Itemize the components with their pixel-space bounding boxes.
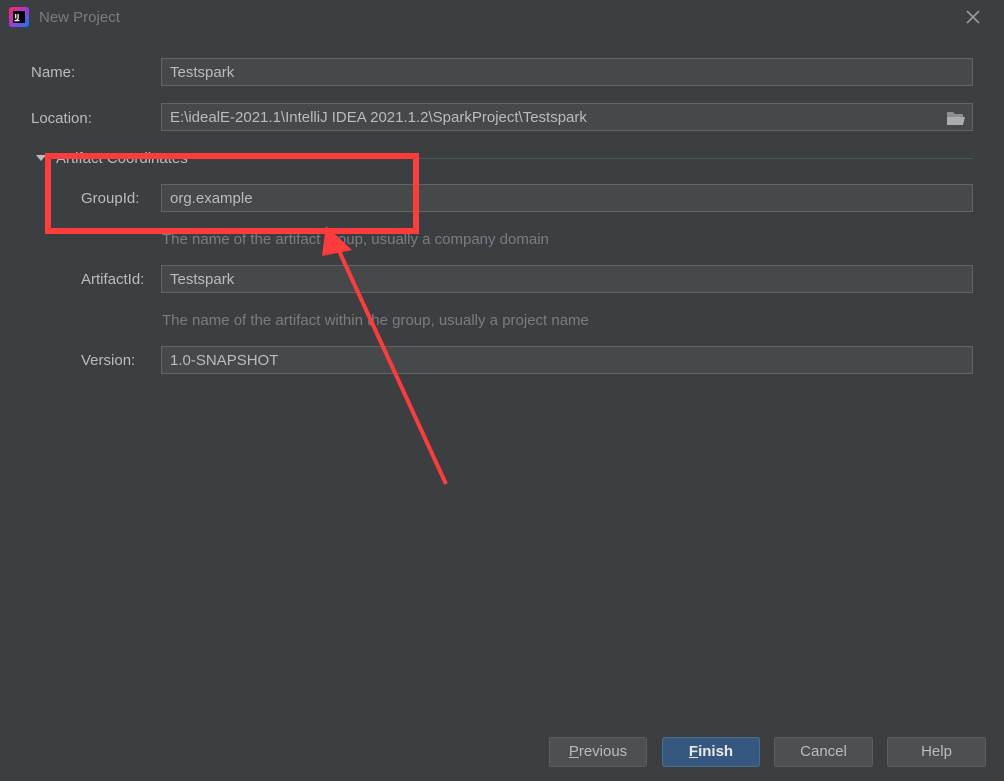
triangle-down-icon[interactable] — [36, 153, 46, 163]
close-icon[interactable] — [962, 6, 984, 28]
previous-mnemonic: P — [568, 743, 579, 760]
finish-button[interactable]: Finish — [662, 737, 760, 767]
location-input[interactable] — [161, 103, 973, 131]
name-label: Name: — [31, 64, 76, 81]
groupid-label: GroupId: — [81, 190, 140, 207]
svg-text:IJ: IJ — [15, 13, 20, 21]
artifactid-input[interactable] — [161, 265, 973, 293]
groupid-hint: The name of the artifact group, usually … — [162, 231, 549, 248]
artifactid-label: ArtifactId: — [81, 271, 145, 288]
window-title: New Project — [39, 9, 120, 26]
version-input[interactable] — [161, 346, 973, 374]
help-button[interactable]: Help — [887, 737, 986, 767]
previous-button[interactable]: Previous — [549, 737, 647, 767]
groupid-input[interactable] — [161, 184, 973, 212]
intellij-idea-icon: IJ — [9, 7, 29, 27]
location-label: Location: — [31, 110, 92, 127]
new-project-dialog: IJ New Project Name: Location: Artifact … — [0, 0, 1004, 781]
previous-label: revious — [578, 743, 628, 760]
finish-label: inish — [698, 743, 734, 760]
cancel-button[interactable]: Cancel — [774, 737, 873, 767]
version-label: Version: — [81, 352, 136, 369]
section-divider — [210, 158, 973, 159]
section-title-artifact-coordinates[interactable]: Artifact Coordinates — [56, 150, 188, 168]
title-bar: IJ New Project — [0, 0, 1004, 36]
folder-open-icon[interactable] — [945, 109, 967, 127]
name-input[interactable] — [161, 58, 973, 86]
artifactid-hint: The name of the artifact within the grou… — [162, 312, 589, 329]
finish-mnemonic: F — [688, 743, 699, 760]
